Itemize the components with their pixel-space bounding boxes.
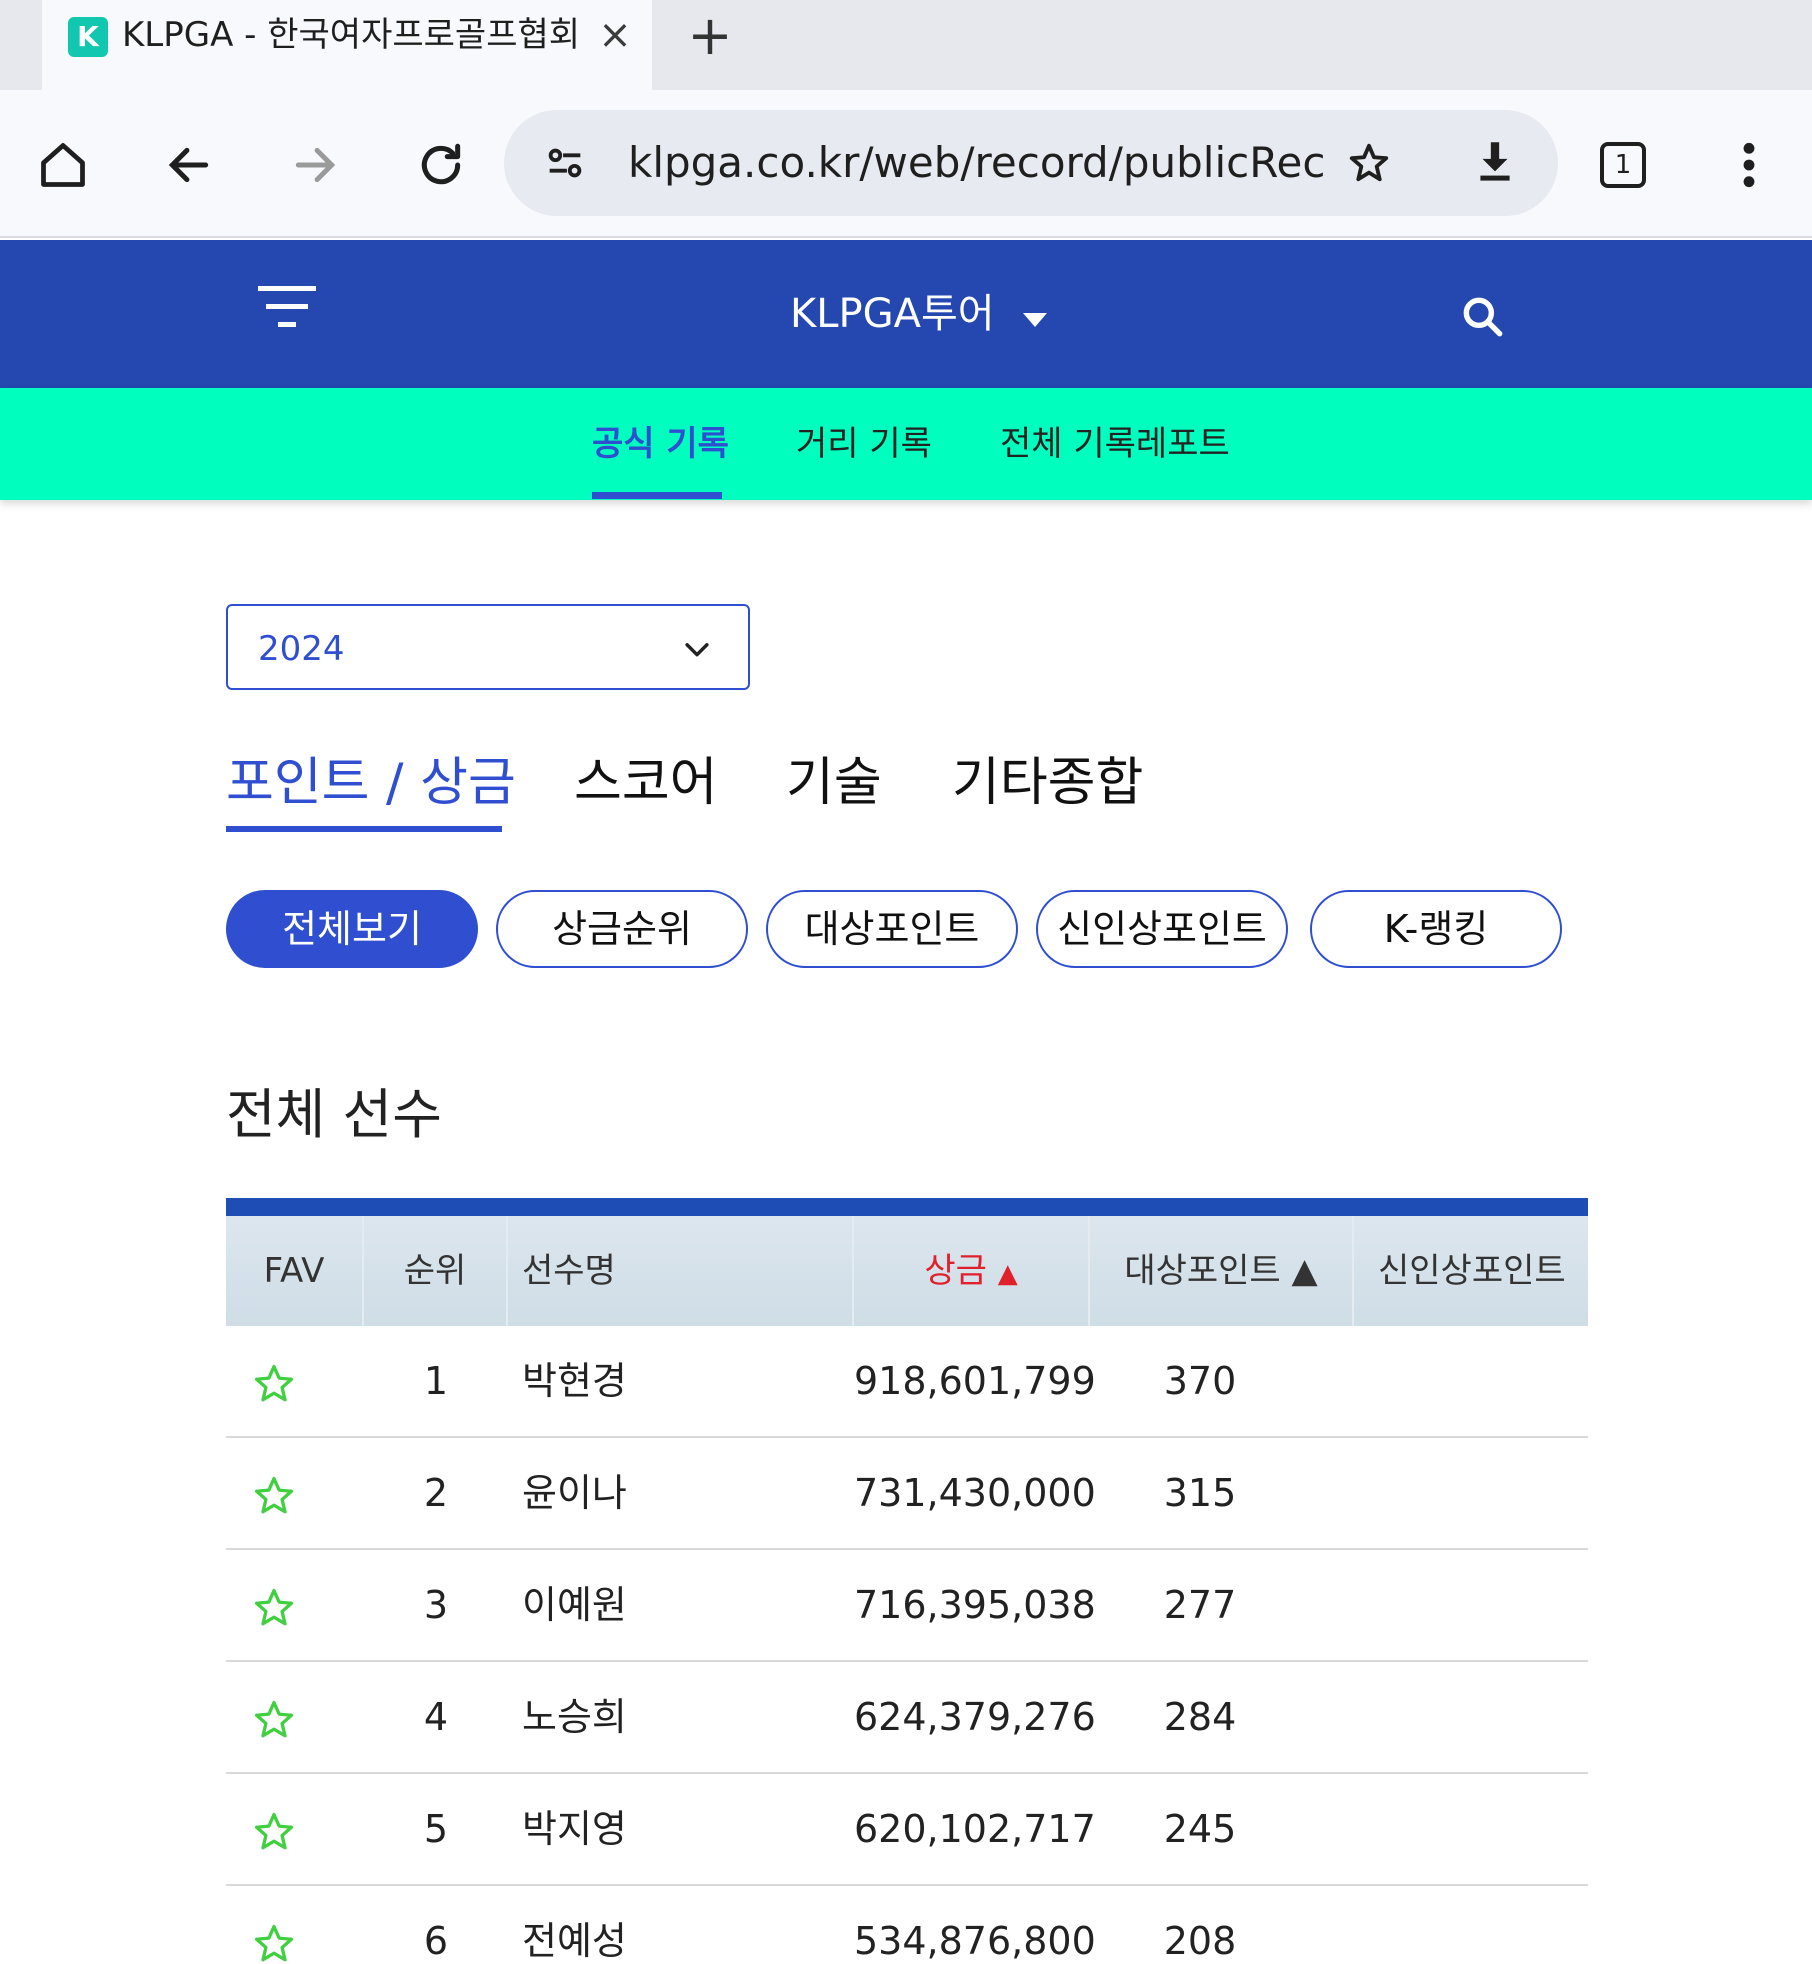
header-prize-label: 상금 [924, 1251, 987, 1291]
search-icon[interactable] [1458, 292, 1508, 342]
more-menu-icon[interactable] [1714, 130, 1784, 200]
site-settings-icon[interactable] [542, 140, 588, 186]
site-header: KLPGA투어 [0, 240, 1812, 388]
player-name[interactable]: 윤이나 [522, 1438, 852, 1548]
subnav-full-report[interactable]: 전체 기록레포트 [1000, 416, 1230, 472]
reload-icon[interactable] [406, 130, 476, 200]
tour-dropdown[interactable]: KLPGA투어 [790, 284, 1049, 344]
pill-view-all[interactable]: 전체보기 [226, 890, 478, 968]
player-name[interactable]: 이예원 [522, 1550, 852, 1660]
url-text[interactable]: klpga.co.kr/web/record/publicRec [628, 110, 1418, 216]
table-header: FAV 순위 선수명 상금 ▲ 대상포인트 ▲ 신인상포인트 [226, 1216, 1588, 1326]
points-cell: 370 [1163, 1359, 1237, 1403]
subnav-official-records[interactable]: 공식 기록 [592, 416, 729, 472]
table-row: 5 박지영 620,102,717 245 [226, 1774, 1588, 1886]
header-name: 선수명 [508, 1216, 854, 1326]
close-tab-icon[interactable]: × [590, 10, 640, 60]
caret-down-icon [1021, 286, 1049, 346]
tab-others[interactable]: 기타종합 [952, 748, 1143, 818]
tab-count: 1 [1600, 142, 1646, 188]
address-bar[interactable]: klpga.co.kr/web/record/publicRec [504, 110, 1558, 216]
klpga-favicon-icon: K [68, 17, 108, 57]
home-icon[interactable] [28, 130, 98, 200]
pill-k-ranking[interactable]: K-랭킹 [1310, 890, 1562, 968]
tab-strip: K KLPGA - 한국여자프로골프협회 × + [0, 0, 1812, 90]
forward-arrow-icon[interactable] [280, 130, 350, 200]
menu-icon[interactable] [252, 280, 322, 340]
player-name[interactable]: 박지영 [522, 1774, 852, 1884]
subnav-active-underline [592, 492, 722, 499]
points-cell: 277 [1163, 1583, 1237, 1627]
rank-cell: 6 [423, 1919, 449, 1963]
points-cell: 284 [1163, 1695, 1237, 1739]
record-subnav: 공식 기록 거리 기록 전체 기록레포트 [0, 388, 1812, 500]
tab-score[interactable]: 스코어 [574, 748, 718, 818]
subnav-distance-records[interactable]: 거리 기록 [796, 416, 932, 472]
header-prize-sort[interactable]: 상금 ▲ [854, 1216, 1090, 1326]
rank-cell: 2 [423, 1471, 449, 1515]
prize-cell: 918,601,799 [854, 1359, 1096, 1403]
header-fav: FAV [226, 1216, 364, 1326]
table-row: 1 박현경 918,601,799 370 [226, 1326, 1588, 1438]
pill-rookie-points[interactable]: 신인상포인트 [1036, 890, 1288, 968]
back-arrow-icon[interactable] [154, 130, 224, 200]
category-active-underline [226, 826, 502, 832]
tab-title: KLPGA - 한국여자프로골프협회 [122, 15, 581, 55]
new-tab-plus-icon[interactable]: + [680, 6, 740, 66]
points-cell: 245 [1163, 1807, 1237, 1851]
points-cell: 315 [1163, 1471, 1237, 1515]
table-row: 6 전예성 534,876,800 208 [226, 1886, 1588, 1964]
table-row: 4 노승희 624,379,276 284 [226, 1662, 1588, 1774]
points-cell: 208 [1163, 1919, 1237, 1963]
rank-cell: 3 [423, 1583, 449, 1627]
tab-switcher-icon[interactable]: 1 [1588, 130, 1658, 200]
pill-grand-points[interactable]: 대상포인트 [766, 890, 1018, 968]
tab-skill[interactable]: 기술 [786, 748, 882, 818]
bookmark-star-icon[interactable] [1346, 140, 1392, 186]
prize-cell: 534,876,800 [854, 1919, 1096, 1963]
favorite-star-icon[interactable] [252, 1362, 296, 1406]
pill-prize-ranking[interactable]: 상금순위 [496, 890, 748, 968]
prize-cell: 624,379,276 [854, 1695, 1096, 1739]
favorite-star-icon[interactable] [252, 1586, 296, 1630]
download-icon[interactable] [1470, 136, 1520, 186]
favorite-star-icon[interactable] [252, 1810, 296, 1854]
player-name[interactable]: 전예성 [522, 1886, 852, 1964]
prize-cell: 716,395,038 [854, 1583, 1096, 1627]
prize-cell: 731,430,000 [854, 1471, 1096, 1515]
table-row: 3 이예원 716,395,038 277 [226, 1550, 1588, 1662]
favorite-star-icon[interactable] [252, 1698, 296, 1742]
tab-points-prize[interactable]: 포인트 / 상금 [226, 748, 516, 818]
player-name[interactable]: 박현경 [522, 1326, 852, 1436]
rank-cell: 4 [423, 1695, 449, 1739]
rank-cell: 1 [423, 1359, 449, 1403]
header-grand-points-sort[interactable]: 대상포인트 ▲ [1090, 1216, 1354, 1326]
chevron-down-icon [680, 632, 714, 666]
favorite-star-icon[interactable] [252, 1922, 296, 1964]
browser-toolbar: klpga.co.kr/web/record/publicRec 1 [0, 90, 1812, 238]
prize-cell: 620,102,717 [854, 1807, 1096, 1851]
player-name[interactable]: 노승희 [522, 1662, 852, 1772]
table-row: 2 윤이나 731,430,000 315 [226, 1438, 1588, 1550]
rank-cell: 5 [423, 1807, 449, 1851]
section-title: 전체 선수 [226, 1083, 442, 1146]
year-value: 2024 [258, 629, 345, 669]
header-rookie-points: 신인상포인트 [1378, 1251, 1566, 1291]
brand-title: KLPGA투어 [790, 291, 995, 337]
header-rank: 순위 [364, 1216, 508, 1326]
year-select[interactable]: 2024 [226, 604, 750, 690]
favorite-star-icon[interactable] [252, 1474, 296, 1518]
table-top-bar [226, 1198, 1588, 1216]
sort-up-triangle-icon: ▲ [997, 1259, 1018, 1289]
browser-tab[interactable]: K KLPGA - 한국여자프로골프협회 × [42, 0, 652, 90]
